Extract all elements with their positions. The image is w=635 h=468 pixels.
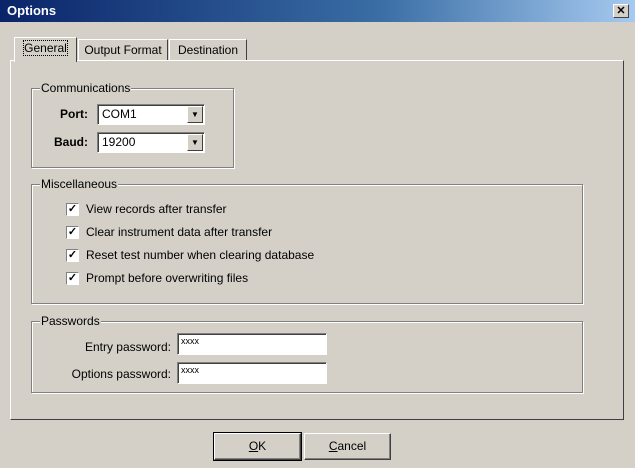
port-select[interactable]: COM1 ▼	[97, 104, 205, 125]
cancel-label-rest: ancel	[337, 439, 367, 453]
communications-group: Communications Port: COM1 ▼ Baud: 19200 …	[31, 81, 234, 168]
baud-select[interactable]: 19200 ▼	[97, 132, 205, 153]
window-title: Options	[7, 3, 57, 18]
chevron-down-icon[interactable]: ▼	[187, 134, 203, 151]
general-tab-panel: Communications Port: COM1 ▼ Baud: 19200 …	[10, 60, 624, 420]
baud-value: 19200	[102, 135, 136, 149]
ok-mnemonic: O	[248, 439, 259, 453]
close-button[interactable]: ✕	[613, 4, 629, 18]
chevron-down-icon[interactable]: ▼	[187, 106, 203, 123]
checkbox-prompt-overwrite-box[interactable]: ✓	[66, 272, 79, 285]
miscellaneous-group-title: Miscellaneous	[40, 177, 119, 191]
cancel-button[interactable]: Cancel	[304, 433, 391, 460]
title-bar: Options ✕	[0, 0, 635, 22]
checkbox-prompt-overwrite-label: Prompt before overwriting files	[86, 271, 249, 285]
checkbox-reset-test-number-box[interactable]: ✓	[66, 249, 79, 262]
tab-destination-label: Destination	[177, 43, 239, 57]
entry-password-label: Entry password:	[84, 340, 171, 354]
checkbox-clear-instrument-label: Clear instrument data after transfer	[86, 225, 273, 239]
checkbox-view-records-label: View records after transfer	[86, 202, 227, 216]
tab-output-format-label: Output Format	[84, 43, 162, 57]
close-icon: ✕	[616, 5, 626, 17]
options-password-label: Options password:	[71, 367, 171, 381]
entry-password-field[interactable]: xxxx	[177, 333, 327, 355]
tab-general[interactable]: General	[14, 37, 77, 62]
tab-output-format[interactable]: Output Format	[78, 39, 168, 61]
tab-destination[interactable]: Destination	[169, 39, 247, 61]
ok-button[interactable]: OK	[213, 432, 302, 461]
checkbox-view-records-box[interactable]: ✓	[66, 203, 79, 216]
baud-label: Baud:	[54, 135, 88, 149]
port-label: Port:	[60, 107, 88, 121]
checkbox-reset-test-number-label: Reset test number when clearing database	[86, 248, 315, 262]
port-value: COM1	[102, 107, 137, 121]
passwords-group-title: Passwords	[40, 314, 101, 328]
tab-general-label: General	[23, 40, 68, 56]
ok-label-rest: K	[258, 439, 267, 453]
checkbox-clear-instrument-box[interactable]: ✓	[66, 226, 79, 239]
options-password-field[interactable]: xxxx	[177, 362, 327, 384]
communications-group-title: Communications	[40, 81, 132, 95]
